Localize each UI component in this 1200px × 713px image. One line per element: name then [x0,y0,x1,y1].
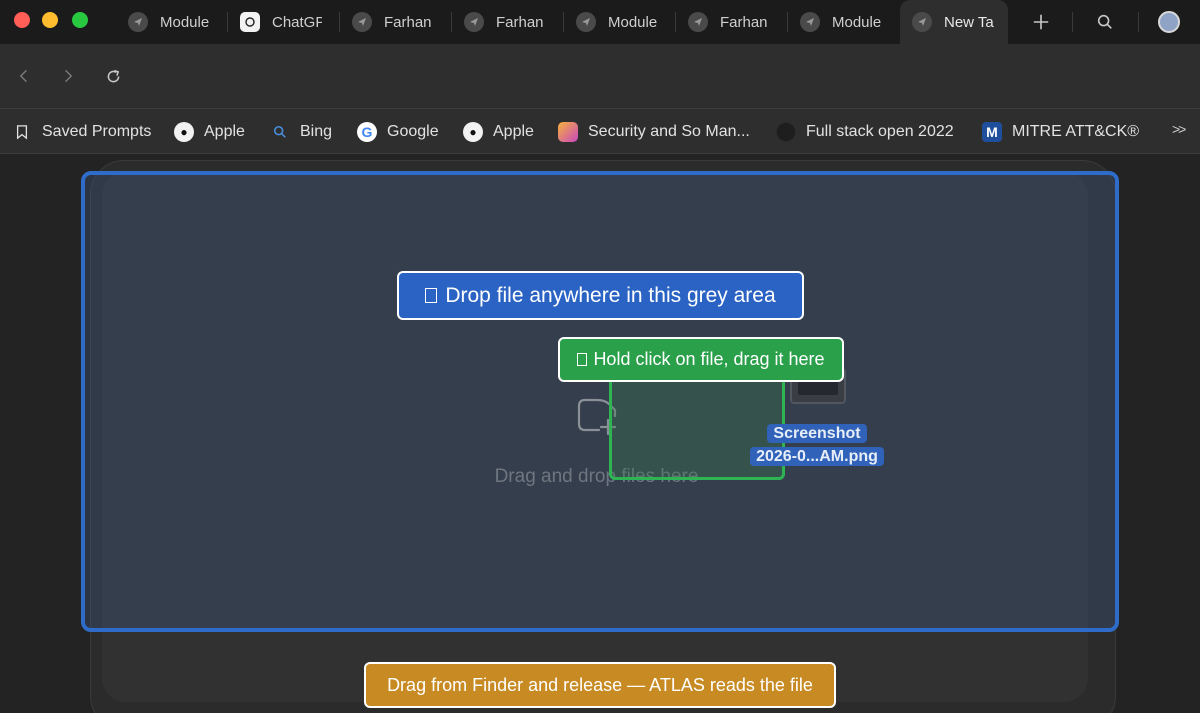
callout-finder: Drag from Finder and release — ATLAS rea… [364,662,836,708]
module-icon [800,12,820,32]
apple-icon: ● [463,122,483,142]
module-icon [128,12,148,32]
bookmark-label: MITRE ATT&CK® [1012,123,1140,140]
file-icon [425,288,438,303]
reload-icon[interactable] [101,64,125,88]
tab-farhan-3[interactable]: Farhan [676,0,788,44]
bookmark-fullstack[interactable]: Full stack open 2022 [776,109,954,155]
bookmark-label: Bing [300,123,333,140]
bookmark-security[interactable]: Security and So Man... [558,109,750,155]
tab-label: Module [832,13,882,31]
tab-label: Farhan [720,13,768,31]
module-icon [464,12,484,32]
tab-strip: Module ChatGPT Farhan Farhan Module Farh… [0,0,1200,44]
bookmark-label: Google [387,123,439,140]
dragged-file-name-line1: Screenshot [767,424,867,443]
fullstack-icon [776,122,796,142]
module-icon [576,12,596,32]
tab-label: Module [608,13,658,31]
profile-avatar[interactable] [1158,11,1180,33]
bookmark-label: Full stack open 2022 [806,123,954,140]
bookmark-apple-1[interactable]: ● Apple [174,109,245,155]
mitre-icon: M [982,122,1002,142]
tab-module-3[interactable]: Module [788,0,900,44]
bookmark-label: Security and So Man... [588,123,750,140]
tab-module-1[interactable]: Module [116,0,228,44]
bookmarks-bar: Saved Prompts ● Apple Bing G Google ● Ap… [0,108,1200,154]
bookmark-label: Apple [493,123,534,140]
minimize-window-button[interactable] [42,12,58,28]
bookmark-mitre[interactable]: M MITRE ATT&CK® [982,109,1139,155]
callout-hold-click: Hold click on file, drag it here [558,337,844,382]
chatgpt-icon [240,12,260,32]
tab-label: Farhan [384,13,432,31]
bookmarks-overflow-button[interactable]: >> [1172,121,1186,137]
tab-label: Farhan [496,13,544,31]
maximize-window-button[interactable] [72,12,88,28]
apple-icon: ● [174,122,194,142]
bookmark-apple-2[interactable]: ● Apple [463,109,534,155]
close-window-button[interactable] [14,12,30,28]
search-icon [270,122,290,142]
tab-chatgpt[interactable]: ChatGPT [228,0,340,44]
module-icon [912,12,932,32]
bookmark-bing[interactable]: Bing [270,109,332,155]
tab-new-tab[interactable]: New Tab [900,0,1008,44]
tab-farhan-1[interactable]: Farhan [340,0,452,44]
tab-label: New Tab [944,13,994,31]
file-icon [577,353,588,366]
tab-farhan-2[interactable]: Farhan [452,0,564,44]
browser-window: Module ChatGPT Farhan Farhan Module Farh… [0,0,1200,713]
bookmark-label: Apple [204,123,245,140]
dragged-file-name-line2: 2026-0...AM.png [750,447,884,466]
new-tab-content: Drag and drop files here Screenshot 2026… [0,154,1200,713]
bookmark-icon [12,122,32,142]
google-icon: G [357,122,377,142]
tab-module-2[interactable]: Module [564,0,676,44]
callout-text: Drop file anywhere in this grey area [445,283,776,307]
search-tabs-icon[interactable] [1093,10,1117,34]
tab-label: ChatGPT [272,13,322,31]
callout-drop-anywhere: Drop file anywhere in this grey area [397,271,804,320]
dragged-file-label: Screenshot 2026-0...AM.png [736,422,898,468]
callout-text: Drag from Finder and release — ATLAS rea… [387,674,813,695]
bookmark-saved-prompts[interactable]: Saved Prompts [12,109,151,155]
module-icon [352,12,372,32]
back-icon[interactable] [12,64,36,88]
bookmark-label: Saved Prompts [42,123,152,140]
callout-text: Hold click on file, drag it here [593,349,825,369]
bookmark-google[interactable]: G Google [357,109,439,155]
forward-icon[interactable] [56,64,80,88]
security-icon [558,122,578,142]
tab-label: Module [160,13,210,31]
new-tab-button[interactable] [1029,10,1053,34]
toolbar [0,44,1200,108]
module-icon [688,12,708,32]
